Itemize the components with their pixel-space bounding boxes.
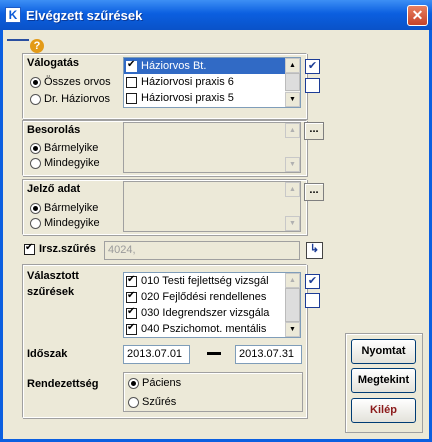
list-item-label: Háziorvosi praxis 6 bbox=[141, 76, 234, 88]
besorolas-browse-button[interactable]: ... bbox=[304, 122, 324, 140]
radio-label: Páciens bbox=[142, 377, 182, 389]
scrollbar[interactable]: ▲ ▼ bbox=[285, 273, 300, 337]
screenings-listbox[interactable]: 010 Testi fejlettség vizsgál 020 Fejlődé… bbox=[123, 272, 301, 338]
scroll-down-icon[interactable]: ▼ bbox=[285, 216, 300, 231]
radio-label: Bármelyike bbox=[44, 202, 99, 214]
checkbox[interactable] bbox=[126, 76, 137, 88]
scroll-up-icon[interactable]: ▲ bbox=[285, 273, 300, 288]
date-from-input[interactable]: 2013.07.01 bbox=[123, 345, 190, 364]
uncheck-all-screenings-icon[interactable] bbox=[305, 293, 320, 308]
list-item-label: 020 Fejlődési rendellenes bbox=[141, 291, 267, 303]
valasztott-label-1: Választott bbox=[27, 270, 79, 282]
besorolas-label: Besorolás bbox=[27, 124, 81, 136]
irsz-edit-icon[interactable]: ↳ bbox=[306, 242, 323, 259]
checkbox[interactable] bbox=[126, 274, 137, 287]
valasztott-label-2: szűrések bbox=[27, 286, 75, 298]
irsz-checkbox[interactable] bbox=[24, 242, 35, 255]
list-item[interactable]: 010 Testi fejlettség vizsgál bbox=[124, 273, 300, 289]
close-button[interactable]: ✕ bbox=[407, 5, 428, 26]
scroll-down-icon[interactable]: ▼ bbox=[285, 157, 300, 172]
jelzo-browse-button[interactable]: ... bbox=[304, 183, 324, 201]
radio-jelzo-mindegyike[interactable]: Mindegyike bbox=[30, 217, 100, 229]
jelzo-listbox[interactable]: ▲ ▼ bbox=[123, 181, 301, 232]
checkbox[interactable] bbox=[126, 290, 137, 303]
radio-label: Mindegyike bbox=[44, 157, 100, 169]
valogatas-label: Válogatás bbox=[27, 57, 79, 69]
radio-icon[interactable] bbox=[30, 217, 41, 229]
radio-icon[interactable] bbox=[30, 93, 41, 105]
radio-icon[interactable] bbox=[30, 142, 41, 154]
radio-label: Mindegyike bbox=[44, 217, 100, 229]
date-range-dash bbox=[207, 352, 221, 355]
list-item[interactable]: Háziorvosi praxis 5 bbox=[124, 90, 300, 106]
radio-icon[interactable] bbox=[30, 202, 41, 214]
date-to-input[interactable]: 2013.07.31 bbox=[235, 345, 302, 364]
radio-label: Dr. Háziorvos bbox=[44, 93, 111, 105]
list-item[interactable]: 030 Idegrendszer vizsgála bbox=[124, 305, 300, 321]
irsz-label: Irsz.szűrés bbox=[39, 243, 96, 255]
view-button[interactable]: Megtekint bbox=[351, 368, 416, 393]
radio-label: Szűrés bbox=[142, 396, 177, 408]
uncheck-all-icon[interactable] bbox=[305, 78, 320, 93]
scroll-up-icon[interactable]: ▲ bbox=[285, 182, 300, 197]
doctor-listbox[interactable]: Háziorvos Bt. Háziorvosi praxis 6 Házior… bbox=[123, 57, 301, 108]
list-item-label: 030 Idegrendszer vizsgála bbox=[141, 307, 270, 319]
list-item-label: Háziorvosi praxis 5 bbox=[141, 92, 234, 104]
jelzo-label: Jelző adat bbox=[27, 183, 81, 195]
radio-icon[interactable] bbox=[30, 157, 41, 169]
radio-label: Bármelyike bbox=[44, 142, 99, 154]
checkbox[interactable] bbox=[126, 306, 137, 319]
list-item-label: Háziorvos Bt. bbox=[141, 60, 207, 72]
radio-jelzo-barmelyike[interactable]: Bármelyike bbox=[30, 202, 98, 214]
scrollbar[interactable]: ▲ ▼ bbox=[285, 58, 300, 107]
radio-besorolas-mindegyike[interactable]: Mindegyike bbox=[30, 157, 100, 169]
radio-osszes-orvos[interactable]: Összes orvos bbox=[30, 76, 111, 88]
irsz-checkbox-row[interactable]: Irsz.szűrés bbox=[24, 242, 96, 255]
rendezettseg-label: Rendezettség bbox=[27, 378, 99, 390]
radio-paciens[interactable]: Páciens bbox=[128, 377, 181, 389]
radio-icon[interactable] bbox=[128, 377, 139, 389]
irsz-input[interactable]: 4024, bbox=[104, 241, 300, 260]
check-all-icon[interactable]: ✔ bbox=[305, 59, 320, 74]
toolbar-divider bbox=[7, 39, 29, 41]
scroll-thumb[interactable] bbox=[285, 288, 300, 322]
radio-besorolas-barmelyike[interactable]: Bármelyike bbox=[30, 142, 98, 154]
scroll-down-icon[interactable]: ▼ bbox=[285, 322, 300, 337]
scroll-thumb[interactable] bbox=[285, 73, 300, 91]
help-icon[interactable]: ? bbox=[30, 39, 44, 53]
title-bar: K Elvégzett szűrések ✕ bbox=[0, 0, 432, 30]
app-icon: K bbox=[5, 7, 21, 23]
exit-button[interactable]: Kilép bbox=[351, 398, 416, 423]
checkbox[interactable] bbox=[126, 322, 137, 335]
list-item[interactable]: Háziorvosi praxis 6 bbox=[124, 74, 300, 90]
checkbox[interactable] bbox=[126, 92, 137, 104]
radio-szures[interactable]: Szűrés bbox=[128, 396, 176, 408]
besorolas-listbox[interactable]: ▲ ▼ bbox=[123, 122, 301, 173]
radio-icon[interactable] bbox=[128, 396, 139, 408]
scrollbar[interactable]: ▲ ▼ bbox=[285, 123, 300, 172]
scroll-up-icon[interactable]: ▲ bbox=[285, 123, 300, 138]
radio-dr-haziorvos[interactable]: Dr. Háziorvos bbox=[30, 93, 110, 105]
list-item[interactable]: 020 Fejlődési rendellenes bbox=[124, 289, 300, 305]
radio-label: Összes orvos bbox=[44, 76, 111, 88]
list-item-label: 040 Pszichomot. mentális bbox=[141, 323, 267, 335]
scroll-down-icon[interactable]: ▼ bbox=[285, 92, 300, 107]
radio-icon[interactable] bbox=[30, 76, 41, 88]
list-item[interactable]: 040 Pszichomot. mentális bbox=[124, 321, 300, 337]
window-title: Elvégzett szűrések bbox=[26, 8, 143, 23]
checkbox[interactable] bbox=[126, 59, 137, 72]
scroll-up-icon[interactable]: ▲ bbox=[285, 58, 300, 73]
list-item[interactable]: Háziorvos Bt. bbox=[124, 58, 300, 74]
print-button[interactable]: Nyomtat bbox=[351, 339, 416, 364]
idoszak-label: Időszak bbox=[27, 348, 68, 360]
check-all-screenings-icon[interactable]: ✔ bbox=[305, 274, 320, 289]
scrollbar[interactable]: ▲ ▼ bbox=[285, 182, 300, 231]
list-item-label: 010 Testi fejlettség vizsgál bbox=[141, 275, 269, 287]
